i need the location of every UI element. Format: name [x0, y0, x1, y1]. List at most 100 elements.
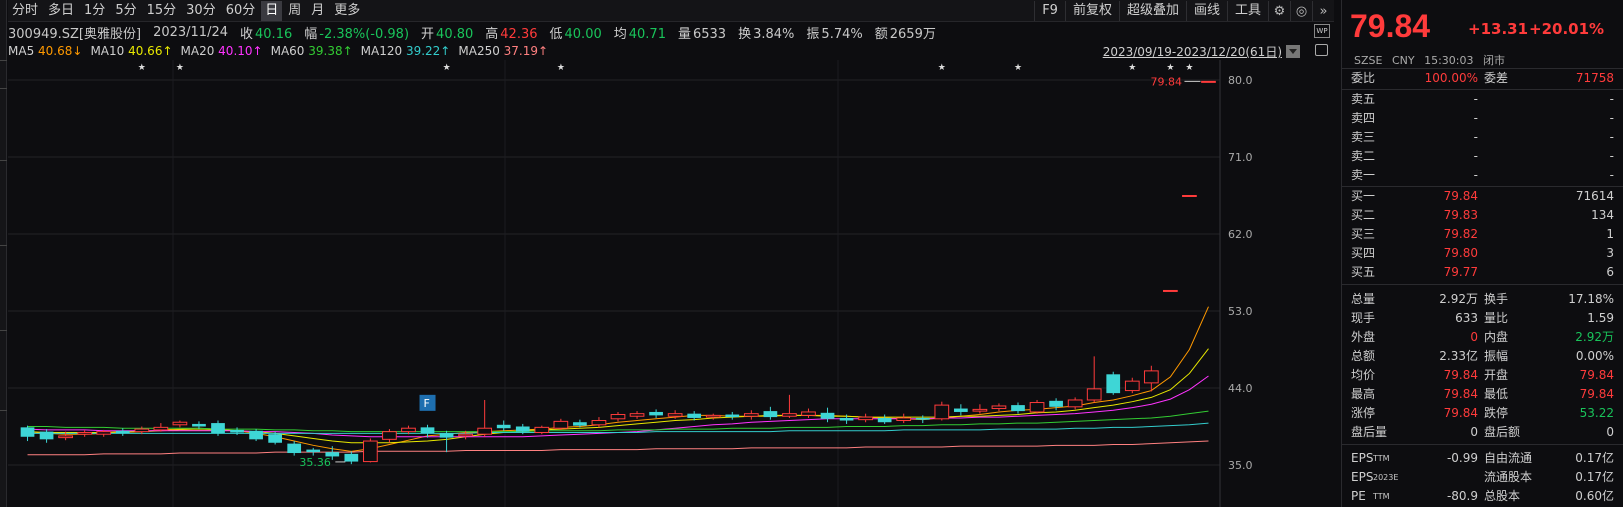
candle-body [991, 405, 1007, 410]
event-star-icon: ★ [938, 63, 946, 73]
date-range-dropdown-icon[interactable] [1286, 45, 1300, 58]
candle-body [211, 423, 225, 434]
ask-row[interactable]: 卖三 - - [1342, 128, 1623, 147]
stat-row[interactable]: 均价 79.84 开盘 79.84 [1342, 366, 1623, 385]
period-button-more[interactable]: 更多 [330, 1, 364, 21]
bid-row[interactable]: 买二 79.83 134 [1342, 206, 1623, 225]
ma-legend-ma20[interactable]: MA20 40.10↑ [181, 44, 263, 58]
candle-body [20, 427, 35, 437]
stat-label: 最高 [1351, 387, 1376, 401]
stat-row[interactable]: 总量 2.92万 换手 17.18% [1342, 290, 1623, 309]
candle-body [1029, 402, 1045, 413]
bid-label: 买二 [1351, 208, 1376, 222]
candle-body [96, 431, 112, 435]
ma250-line [27, 440, 1209, 456]
stock-code[interactable]: 300949.SZ[奥雅股份] [8, 23, 141, 42]
period-button-multiday[interactable]: 多日 [44, 1, 78, 21]
strip-divider [0, 88, 7, 89]
ask-price: - [1473, 168, 1478, 182]
period-button-15min[interactable]: 15分 [143, 1, 181, 21]
quote-panel: 79.84 +13.31 +20.01% SZSE CNY 15:30:03 闭… [1341, 0, 1623, 507]
forward-adjust-button[interactable]: 前复权 [1064, 1, 1119, 21]
period-button-1min[interactable]: 1分 [80, 1, 109, 21]
period-button-month[interactable]: 月 [307, 1, 328, 21]
super-overlay-button[interactable]: 超级叠加 [1118, 1, 1186, 21]
double-chevron-right-icon[interactable]: » [1312, 1, 1334, 21]
candle-body [1049, 400, 1063, 407]
candle-body [915, 417, 930, 420]
bid-price: 79.77 [1443, 265, 1478, 279]
fundamental-row[interactable]: EPS 2023E 流通股本 0.17亿 [1342, 468, 1623, 487]
fundamental-row[interactable]: EPS TTM -0.99 自由流通 0.17亿 [1342, 449, 1623, 468]
ma-legend-ma5[interactable]: MA5 40.68↓ [8, 44, 82, 58]
fund-label-superscript: TTM [1373, 492, 1390, 501]
candle-body [610, 414, 626, 420]
ask-row[interactable]: 卖五 - - [1342, 90, 1623, 109]
candle-body [649, 411, 663, 416]
bid-row[interactable]: 买一 79.84 71614 [1342, 187, 1623, 206]
kline-plot[interactable]: 80.071.062.053.044.035.0★ ★ ★ ★ ★ ★ ★ ★ ★79.8435… [8, 60, 1334, 507]
stat-label: 涨停 [1351, 406, 1376, 420]
gear-icon[interactable]: ⚙ [1268, 1, 1290, 21]
min-price-marker: 35.36 [299, 456, 331, 469]
f9-button[interactable]: F9 [1034, 1, 1065, 21]
candle-body [1201, 80, 1216, 83]
stat-value: 1.59 [1587, 311, 1614, 325]
tools-button[interactable]: 工具 [1226, 1, 1268, 21]
stat-value: 79.84 [1579, 387, 1614, 401]
candle-body [477, 427, 493, 435]
bid-row[interactable]: 买四 79.80 3 [1342, 244, 1623, 263]
ask-label: 卖二 [1351, 149, 1376, 163]
fundamental-row[interactable]: PE TTM -80.9 总股本 0.60亿 [1342, 487, 1623, 506]
ask-row[interactable]: 卖一 - - [1342, 166, 1623, 185]
stat-row[interactable]: 现手 633 量比 1.59 [1342, 309, 1623, 328]
stat-row[interactable]: 涨停 79.84 跌停 53.22 [1342, 404, 1623, 423]
stat-row[interactable]: 盘后量 0 盘后额 0 [1342, 423, 1623, 442]
wp-icon[interactable]: WP [1314, 24, 1330, 38]
period-button-week[interactable]: 周 [284, 1, 305, 21]
stat-label: 盘后量 [1351, 425, 1388, 439]
stat-row[interactable]: 最高 79.84 最低 79.84 [1342, 385, 1623, 404]
bid-row[interactable]: 买三 79.82 1 [1342, 225, 1623, 244]
stat-label: 盘后额 [1484, 425, 1521, 439]
period-button-30min[interactable]: 30分 [182, 1, 220, 21]
strip-divider [0, 60, 7, 61]
ma-legend-ma250[interactable]: MA250 37.19↑ [458, 44, 548, 58]
candle-body [458, 433, 473, 437]
ma-legend-ma10[interactable]: MA10 40.66↑ [90, 44, 172, 58]
bid-row[interactable]: 买五 79.77 6 [1342, 263, 1623, 282]
last-price-marker: 79.84 [1150, 75, 1182, 88]
stat-row[interactable]: 总额 2.33亿 振幅 0.00% [1342, 347, 1623, 366]
ma-legend-ma120[interactable]: MA120 39.22↑ [361, 44, 451, 58]
period-button-day[interactable]: 日 [261, 0, 283, 21]
candle-body [268, 434, 282, 443]
candle-body [382, 431, 397, 440]
candle-body [439, 433, 454, 438]
compass-icon[interactable]: ◎ [1290, 1, 1312, 21]
period-button-60min[interactable]: 60分 [222, 1, 260, 21]
strip-divider [0, 245, 7, 246]
candle-body [667, 413, 683, 417]
candle-body [287, 443, 302, 454]
draw-line-button[interactable]: 画线 [1185, 1, 1227, 21]
ask-row[interactable]: 卖二 - - [1342, 147, 1623, 166]
bid-volume: 3 [1606, 246, 1614, 260]
ask-row[interactable]: 卖四 - - [1342, 109, 1623, 128]
period-button-5min[interactable]: 5分 [111, 1, 140, 21]
ask-label: 卖五 [1351, 92, 1376, 106]
weicha-label: 委差 [1484, 71, 1509, 85]
f-marker-label: F [424, 397, 430, 410]
lock-icon[interactable] [1315, 44, 1328, 56]
ma-legend-ma60[interactable]: MA60 39.38↑ [271, 44, 353, 58]
quote-divider [1342, 444, 1623, 445]
stat-label: 均价 [1351, 368, 1376, 382]
left-side-strip[interactable] [0, 0, 7, 507]
date-range-label[interactable]: 2023/09/19-2023/12/20(61日) [1103, 43, 1282, 60]
bid-price: 79.84 [1443, 189, 1478, 203]
weibi-row[interactable]: 委比 100.00% 委差 71758 [1342, 69, 1623, 88]
stat-row[interactable]: 外盘 0 内盘 2.92万 [1342, 328, 1623, 347]
period-button-intraday[interactable]: 分时 [8, 1, 42, 21]
candle-body [705, 414, 721, 418]
candle-body [1124, 380, 1140, 392]
candle-body [515, 426, 530, 432]
